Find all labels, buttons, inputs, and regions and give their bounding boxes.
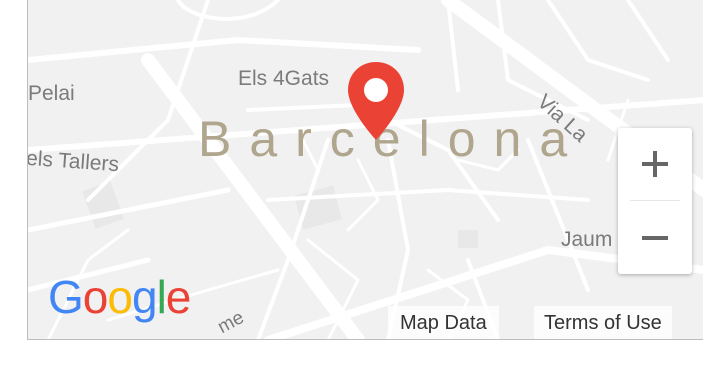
street-label-els-4gats: Els 4Gats [238, 67, 330, 90]
google-logo-letter: l [156, 271, 167, 323]
google-logo-letter: e [165, 271, 192, 323]
street-label-jaume: Jaum [561, 228, 613, 251]
zoom-separator [630, 200, 680, 201]
zoom-out-button[interactable] [618, 202, 692, 274]
plus-icon [642, 151, 668, 177]
map-data-link[interactable]: Map Data [388, 306, 499, 339]
google-logo-letter: g [131, 271, 158, 323]
street-label-pelai: Pelai [28, 82, 75, 105]
map-view[interactable]: Pelai Els 4Gats els Tallers Via La Jaum … [27, 0, 703, 340]
google-logo-letter: o [107, 271, 133, 323]
google-logo-letter: o [82, 271, 109, 323]
location-pin-icon[interactable] [346, 60, 406, 142]
zoom-control [618, 128, 692, 274]
zoom-in-button[interactable] [618, 128, 692, 200]
minus-icon [642, 236, 668, 240]
google-logo-letter: G [48, 271, 84, 323]
terms-of-use-link[interactable]: Terms of Use [534, 306, 672, 339]
google-logo[interactable]: Google [48, 270, 192, 324]
